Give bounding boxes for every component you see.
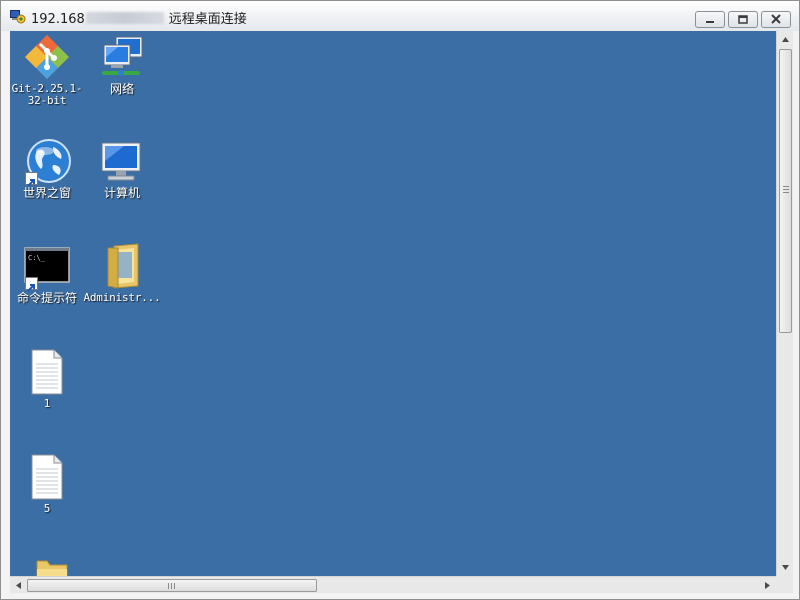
- minimize-icon: [706, 21, 714, 23]
- desktop-icon-label: Administr...: [83, 291, 161, 304]
- triangle-right-icon: [765, 582, 770, 589]
- title-ip-prefix: 192.168: [31, 12, 85, 27]
- scroll-left-button[interactable]: [10, 577, 27, 594]
- text-file-icon: [23, 348, 71, 396]
- scroll-right-button[interactable]: [759, 577, 776, 594]
- triangle-left-icon: [16, 582, 21, 589]
- shortcut-arrow-icon: [25, 277, 38, 292]
- title-ip-redacted: [85, 12, 164, 24]
- command-prompt-icon: C:\_: [23, 242, 71, 292]
- horizontal-scroll-thumb[interactable]: [27, 579, 317, 592]
- scroll-down-button[interactable]: [777, 559, 794, 576]
- scroll-up-button[interactable]: [777, 31, 794, 48]
- git-icon: [23, 33, 71, 81]
- title-app-name: 远程桌面连接: [168, 12, 247, 27]
- desktop-icon-label: 命令提示符: [16, 291, 77, 305]
- scrollbar-corner: [776, 576, 793, 593]
- svg-text:C:\_: C:\_: [28, 254, 46, 262]
- desktop-icon-file-1[interactable]: 1: [10, 348, 84, 410]
- computer-icon: [98, 137, 146, 185]
- text-file-icon: [23, 453, 71, 501]
- minimize-button[interactable]: [695, 11, 725, 28]
- horizontal-scrollbar[interactable]: [10, 576, 776, 593]
- triangle-down-icon: [782, 565, 789, 570]
- desktop-icon-git[interactable]: Git-2.25.1-32-bit: [10, 33, 84, 107]
- remote-desktop-surface[interactable]: Git-2.25.1-32-bit 网络 世界之窗 计算机 C:\_ 命令提示符…: [10, 31, 776, 576]
- vertical-scrollbar[interactable]: [776, 31, 793, 576]
- desktop-icon-folder-partial[interactable]: [10, 557, 84, 576]
- maximize-icon: [738, 15, 748, 24]
- close-button[interactable]: [761, 11, 791, 28]
- desktop-icon-computer[interactable]: 计算机: [85, 137, 159, 200]
- network-icon: [98, 33, 146, 81]
- remote-desktop-window: 192.168 远程桌面连接 Git-2.25.1-32-bit 网络 世界之窗…: [0, 0, 800, 600]
- grip-icon: [783, 186, 789, 194]
- user-folder-icon: [98, 242, 146, 290]
- shortcut-arrow-icon: [25, 172, 38, 187]
- window-title: 192.168 远程桌面连接: [31, 8, 247, 27]
- desktop-icon-label: Git-2.25.1-32-bit: [11, 82, 83, 107]
- desktop-icon-world-window[interactable]: 世界之窗: [10, 137, 84, 200]
- desktop-icon-file-5[interactable]: 5: [10, 453, 84, 515]
- close-icon: [771, 14, 781, 24]
- globe-browser-icon: [23, 137, 71, 187]
- desktop-icon-administrator[interactable]: Administr...: [80, 242, 164, 304]
- vertical-scroll-thumb[interactable]: [779, 49, 792, 333]
- remote-desktop-icon: [10, 9, 26, 24]
- grip-icon: [168, 583, 176, 589]
- restore-button[interactable]: [728, 11, 758, 28]
- desktop-icon-label: 1: [43, 397, 51, 410]
- desktop-icon-label: 计算机: [103, 186, 140, 200]
- folder-icon: [23, 557, 71, 576]
- desktop-icon-network[interactable]: 网络: [85, 33, 159, 96]
- desktop-icon-label: 网络: [109, 82, 134, 96]
- triangle-up-icon: [782, 37, 789, 42]
- desktop-icon-command-prompt[interactable]: C:\_ 命令提示符: [10, 242, 84, 305]
- title-bar[interactable]: 192.168 远程桌面连接: [1, 1, 799, 31]
- desktop-icon-label: 5: [43, 502, 51, 515]
- desktop-icon-label: 世界之窗: [22, 186, 71, 200]
